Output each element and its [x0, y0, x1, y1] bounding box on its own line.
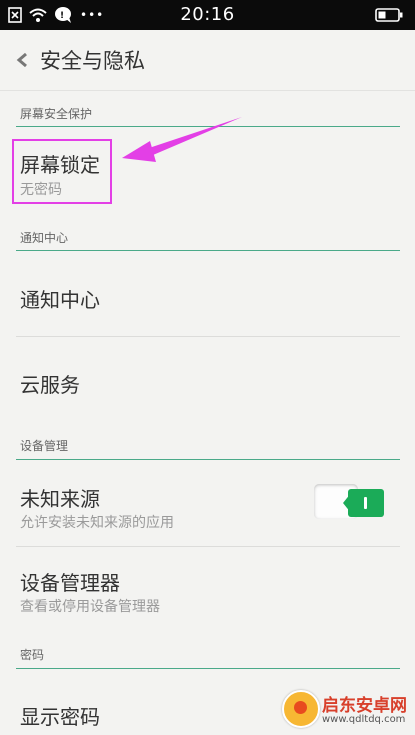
- section-header-notifications: 通知中心: [20, 231, 69, 245]
- watermark-title: 启东安卓网: [322, 696, 407, 716]
- chevron-left-icon: [16, 53, 27, 67]
- settings-item-cloud-service[interactable]: 云服务: [0, 337, 415, 423]
- section-header-screen-security: 屏幕安全保护: [20, 107, 93, 121]
- back-button[interactable]: [10, 46, 34, 74]
- status-time: 20:16: [180, 4, 235, 25]
- watermark-url: www.qdltdq.com: [322, 714, 406, 725]
- page-title: 安全与隐私: [40, 49, 145, 73]
- item-title: 通知中心: [20, 288, 100, 312]
- annotation-highlight-box: [12, 139, 112, 204]
- watermark-logo-icon: [282, 690, 320, 728]
- item-subtitle: 允许安装未知来源的应用: [20, 515, 174, 531]
- item-title: 云服务: [20, 373, 80, 397]
- item-title: 未知来源: [20, 487, 100, 511]
- settings-item-device-admin[interactable]: 设备管理器 查看或停用设备管理器: [0, 547, 415, 633]
- battery-icon: [375, 7, 403, 27]
- item-title: 显示密码: [20, 705, 100, 729]
- toggle-knob[interactable]: [348, 489, 384, 517]
- item-title: 设备管理器: [20, 571, 120, 595]
- section-header-device-management: 设备管理: [20, 439, 69, 453]
- watermark: 启东安卓网 www.qdltdq.com: [282, 688, 415, 735]
- settings-item-notification-center[interactable]: 通知中心: [0, 251, 415, 336]
- status-bar: ! ••• 20:16: [0, 0, 415, 30]
- section-header-password: 密码: [20, 648, 45, 662]
- title-bar: 安全与隐私: [0, 30, 415, 91]
- item-subtitle: 查看或停用设备管理器: [20, 599, 160, 615]
